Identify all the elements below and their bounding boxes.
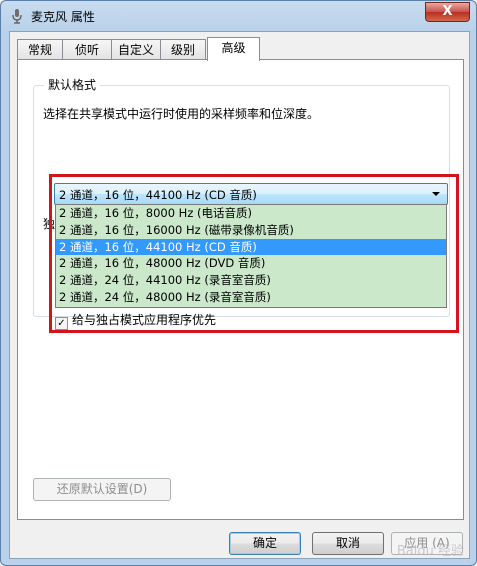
window-title: 麦克风 属性 <box>31 10 95 24</box>
format-option-selected[interactable]: 2 通道，16 位，44100 Hz (CD 音质) <box>56 238 446 256</box>
format-option[interactable]: 2 通道，16 位，8000 Hz (电话音质) <box>56 205 446 222</box>
dialog-client: 常规 侦听 自定义 级别 高级 默认格式 选择在共享模式中运行时使用的采样频率和… <box>9 31 470 559</box>
restore-defaults-button[interactable]: 还原默认设置(D) <box>33 478 171 501</box>
exclusive-priority-checkbox[interactable]: ✓ <box>55 317 68 330</box>
format-option[interactable]: 2 通道，16 位，48000 Hz (DVD 音质) <box>56 255 446 272</box>
close-button[interactable]: X <box>425 2 470 22</box>
tab-custom[interactable]: 自定义 <box>111 39 161 60</box>
format-option[interactable]: 2 通道，16 位，16000 Hz (磁带录像机音质) <box>56 222 446 239</box>
title-bar[interactable]: 麦克风 属性 X <box>1 1 476 31</box>
default-format-title: 默认格式 <box>44 76 101 93</box>
tab-general[interactable]: 常规 <box>17 39 63 60</box>
exclusive-priority-label: 给与独占模式应用程序优先 <box>72 313 217 327</box>
properties-window: 麦克风 属性 X 常规 侦听 自定义 级别 高级 默认格式 选择在共享模式中运行… <box>0 0 477 566</box>
watermark: Baidu 经验 <box>396 544 464 559</box>
tab-advanced[interactable]: 高级 <box>207 37 260 61</box>
format-option[interactable]: 2 通道，24 位，44100 Hz (录音室音质) <box>56 272 446 289</box>
format-dropdown[interactable]: 2 通道，16 位，44100 Hz (CD 音质) <box>54 183 448 205</box>
tab-levels[interactable]: 级别 <box>160 39 206 60</box>
microphone-icon <box>12 9 22 24</box>
chevron-down-icon[interactable] <box>432 192 440 196</box>
exclusive-mode-label-partial: 独 <box>43 217 56 231</box>
format-options-list[interactable]: 2 通道，16 位，8000 Hz (电话音质) 2 通道，16 位，16000… <box>55 204 447 308</box>
ok-button[interactable]: 确定 <box>229 532 301 555</box>
exclusive-priority-checkbox-row[interactable]: ✓ 给与独占模式应用程序优先 <box>55 311 216 330</box>
format-dropdown-value: 2 通道，16 位，44100 Hz (CD 音质) <box>59 188 257 202</box>
advanced-panel: 默认格式 选择在共享模式中运行时使用的采样频率和位深度。 2 通道，16 位，4… <box>17 59 464 520</box>
tab-listen[interactable]: 侦听 <box>62 39 112 60</box>
default-format-description: 选择在共享模式中运行时使用的采样频率和位深度。 <box>43 107 320 121</box>
cancel-button[interactable]: 取消 <box>312 532 384 555</box>
format-option[interactable]: 2 通道，24 位，48000 Hz (录音室音质) <box>56 289 446 306</box>
